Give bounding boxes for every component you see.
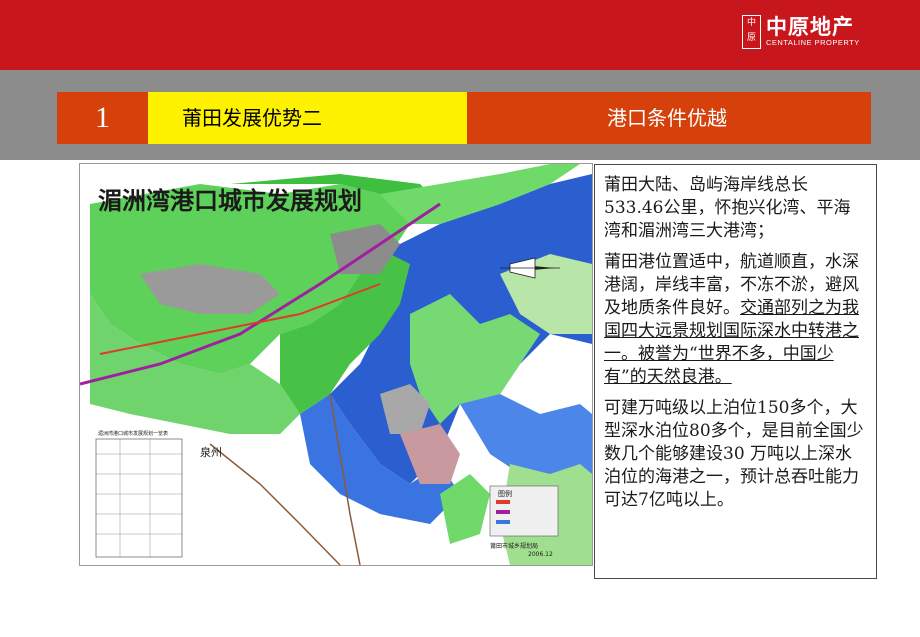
section-title-box: 莆田发展优势二 xyxy=(148,92,467,144)
port-planning-map: 湄洲湾港口城市发展规划 泉州 图例 莆田市城乡规划局 2006.12 湄洲湾港口… xyxy=(79,163,593,566)
section-subtitle: 港口条件优越 xyxy=(607,106,727,130)
description-text-box: 莆田大陆、岛屿海岸线总长533.46公里，怀抱兴化湾、平海湾和湄洲湾三大港湾； … xyxy=(594,164,877,579)
section-number: 1 xyxy=(95,101,110,134)
map-footer-date: 2006.12 xyxy=(528,551,553,558)
top-banner: 中原 中原地产 CENTALINE PROPERTY xyxy=(0,0,920,70)
map-legend-title: 图例 xyxy=(498,489,512,498)
section-subtitle-box: 港口条件优越 xyxy=(467,92,871,144)
paragraph-port-location: 莆田港位置适中，航道顺直，水深港阔，岸线丰富，不冻不淤，避风及地质条件良好。交通… xyxy=(604,251,866,389)
map-label-city: 泉州 xyxy=(200,445,222,459)
map-title: 湄洲湾港口城市发展规划 xyxy=(98,187,362,215)
paragraph-coastline: 莆田大陆、岛屿海岸线总长533.46公里，怀抱兴化湾、平海湾和湄洲湾三大港湾； xyxy=(604,175,851,241)
centaline-logo: 中原 中原地产 CENTALINE PROPERTY xyxy=(742,15,860,49)
paragraph-berths: 可建万吨级以上泊位150多个，大型深水泊位80多个，是目前全国少数几个能够建设3… xyxy=(604,398,864,510)
logo-seal-icon: 中原 xyxy=(742,15,761,49)
logo-name-en: CENTALINE PROPERTY xyxy=(766,38,860,47)
section-title: 莆田发展优势二 xyxy=(182,106,322,130)
logo-name-cn: 中原地产 xyxy=(766,15,854,39)
section-number-box: 1 xyxy=(57,92,148,144)
map-footer: 莆田市城乡规划局 xyxy=(490,542,538,550)
map-table-title: 湄洲湾港口城市发展规划一览表 xyxy=(98,430,168,437)
map-image: 湄洲湾港口城市发展规划 泉州 图例 莆田市城乡规划局 2006.12 湄洲湾港口… xyxy=(80,164,592,565)
